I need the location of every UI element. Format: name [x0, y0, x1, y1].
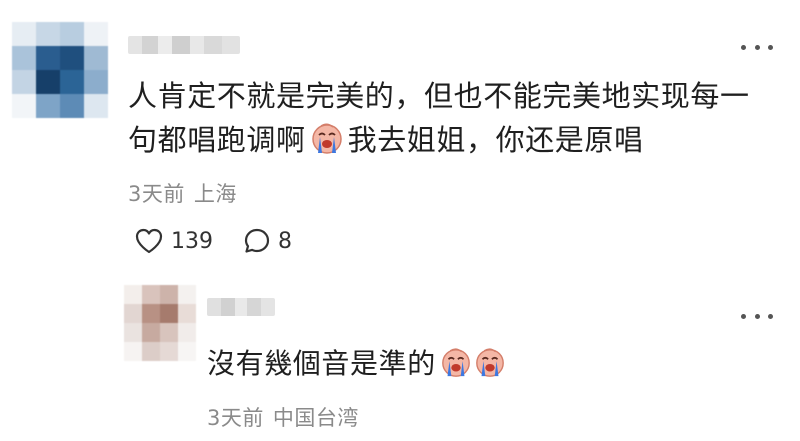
heart-outline-icon [135, 228, 163, 254]
comment-time: 3天前 [128, 182, 185, 206]
reply-count: 8 [278, 228, 292, 254]
comment-actions: 139 8 [134, 224, 292, 258]
reply-time: 3天前 [207, 406, 264, 430]
comment-thread: 人肯定不就是完美的，但也不能完美地实现每一 句都唱跑调啊 我去姐姐，你还是原唱 3… [0, 0, 800, 441]
reply-avatar-blurred[interactable] [124, 285, 196, 361]
comment-line-2: 句都唱跑调啊 我去姐姐，你还是原唱 [128, 118, 778, 162]
reply-meta: 3天前 中国台湾 [207, 402, 359, 432]
crying-face-emoji-icon [310, 122, 344, 156]
reply-text: 沒有幾個音是準的 [207, 344, 510, 384]
comment-meta: 3天前 上海 [128, 178, 237, 208]
commenter-name-blurred[interactable] [128, 36, 240, 54]
like-count: 139 [171, 228, 213, 254]
crying-face-emoji-icon [440, 347, 472, 379]
comment-line-2-part-1: 句都唱跑调啊 [128, 123, 306, 157]
commenter-avatar-blurred[interactable] [12, 22, 108, 118]
comment-location: 上海 [193, 182, 237, 206]
more-options-icon[interactable] [741, 42, 773, 52]
reply-more-options-icon[interactable] [741, 311, 773, 321]
like-button[interactable]: 139 [134, 227, 213, 255]
reply-location: 中国台湾 [272, 406, 359, 430]
reply-text-content: 沒有幾個音是準的 [207, 347, 436, 380]
speech-bubble-outline-icon [244, 228, 270, 253]
comment-line-1: 人肯定不就是完美的，但也不能完美地实现每一 [128, 79, 750, 113]
crying-face-emoji-icon [474, 347, 506, 379]
reply-author-name-blurred[interactable] [207, 298, 275, 316]
reply-button[interactable]: 8 [243, 227, 292, 255]
comment-line-2-part-2: 我去姐姐，你还是原唱 [347, 123, 644, 157]
comment-text: 人肯定不就是完美的，但也不能完美地实现每一 句都唱跑调啊 我去姐姐，你还是原唱 [128, 74, 778, 162]
